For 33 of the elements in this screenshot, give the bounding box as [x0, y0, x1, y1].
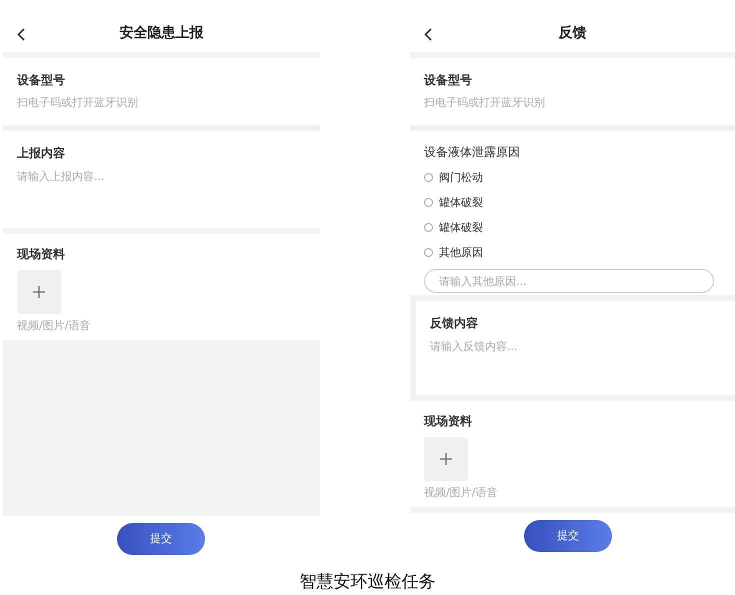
radio-button[interactable]: [424, 248, 433, 257]
plus-icon: [33, 286, 45, 298]
radio-button[interactable]: [424, 223, 433, 232]
upload-hint: 视频/图片/语音: [17, 318, 90, 333]
option-label[interactable]: 罐体破裂: [439, 195, 483, 210]
field-label: 设备液体泄露原因: [424, 144, 520, 160]
upload-hint: 视频/图片/语音: [424, 485, 498, 500]
radio-button[interactable]: [424, 198, 433, 207]
submit-button[interactable]: 提交: [117, 522, 205, 554]
text-area[interactable]: 请输入反馈内容...: [430, 339, 690, 359]
screen-title: 安全隐患上报: [120, 24, 204, 42]
option-label[interactable]: 其他原因: [439, 245, 483, 260]
plus-icon: [440, 453, 452, 465]
input-field[interactable]: 扫电子码或打开蓝牙识别: [424, 96, 684, 109]
back-icon[interactable]: [424, 28, 432, 41]
option-label[interactable]: 阀门松动: [439, 170, 483, 185]
input-field[interactable]: 请输入其他原因...: [424, 269, 714, 293]
back-icon[interactable]: [17, 28, 25, 41]
field-label: 现场资料: [17, 246, 65, 262]
text-area[interactable]: 请输入上报内容...: [17, 169, 277, 189]
field-label: 反馈内容: [430, 315, 479, 331]
field-label: 上报内容: [17, 145, 65, 161]
submit-button[interactable]: 提交: [524, 520, 612, 552]
add-media-button[interactable]: [424, 437, 468, 481]
add-media-button[interactable]: [17, 270, 61, 314]
option-label[interactable]: 罐体破裂: [439, 220, 483, 235]
radio-button[interactable]: [424, 173, 433, 182]
field-label: 设备型号: [17, 72, 65, 88]
field-label: 现场资料: [424, 413, 472, 429]
screen-title: 反馈: [558, 24, 586, 42]
input-field[interactable]: 扫电子码或打开蓝牙识别: [17, 96, 277, 109]
field-label: 设备型号: [424, 72, 472, 88]
caption: 智慧安环巡检任务: [298, 571, 436, 593]
